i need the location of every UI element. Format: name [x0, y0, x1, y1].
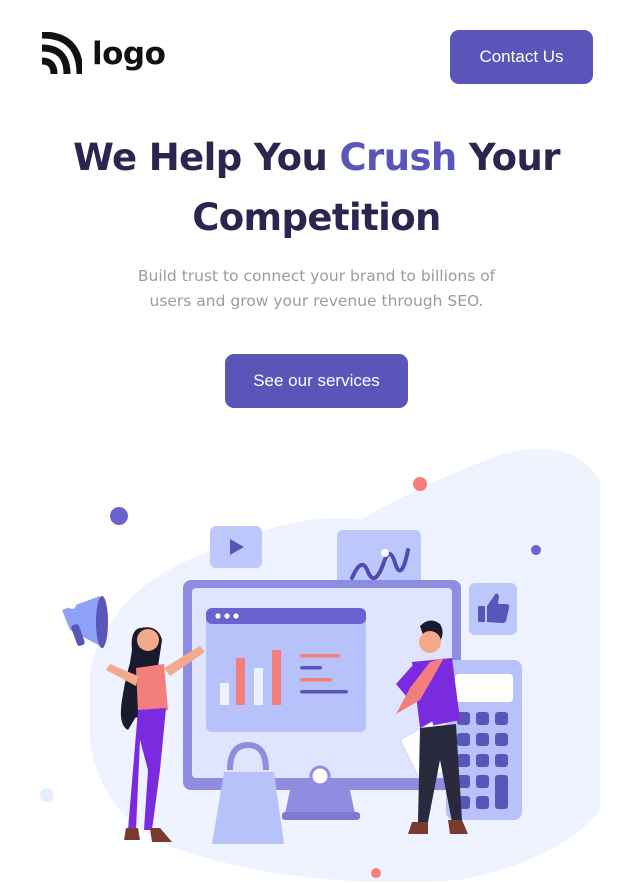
decor-dot — [110, 507, 128, 525]
hero-title-line2: Competition — [192, 196, 441, 239]
see-services-button[interactable]: See our services — [225, 354, 408, 408]
thumbs-up-icon — [469, 583, 517, 635]
hero-title-part1: We Help You — [73, 136, 340, 179]
hero-title-part2: Your — [456, 136, 561, 179]
play-icon — [210, 526, 262, 568]
site-header: logo Contact Us — [0, 0, 633, 110]
megaphone-icon — [62, 596, 108, 648]
contact-us-button[interactable]: Contact Us — [450, 30, 593, 84]
decor-dot — [40, 788, 54, 802]
hero-title: We Help You Crush Your Competition — [0, 128, 633, 248]
logo-text: logo — [92, 36, 166, 72]
hero-subtitle: Build trust to connect your brand to bil… — [137, 267, 496, 310]
hero-illustration — [40, 448, 600, 882]
logo-icon — [41, 32, 82, 75]
decor-dot — [371, 868, 381, 878]
decor-dot — [531, 545, 541, 555]
site-logo[interactable]: logo — [40, 32, 166, 76]
hero-title-accent: Crush — [339, 136, 458, 179]
decor-dot — [413, 477, 427, 491]
bar-chart-icon — [206, 608, 366, 732]
